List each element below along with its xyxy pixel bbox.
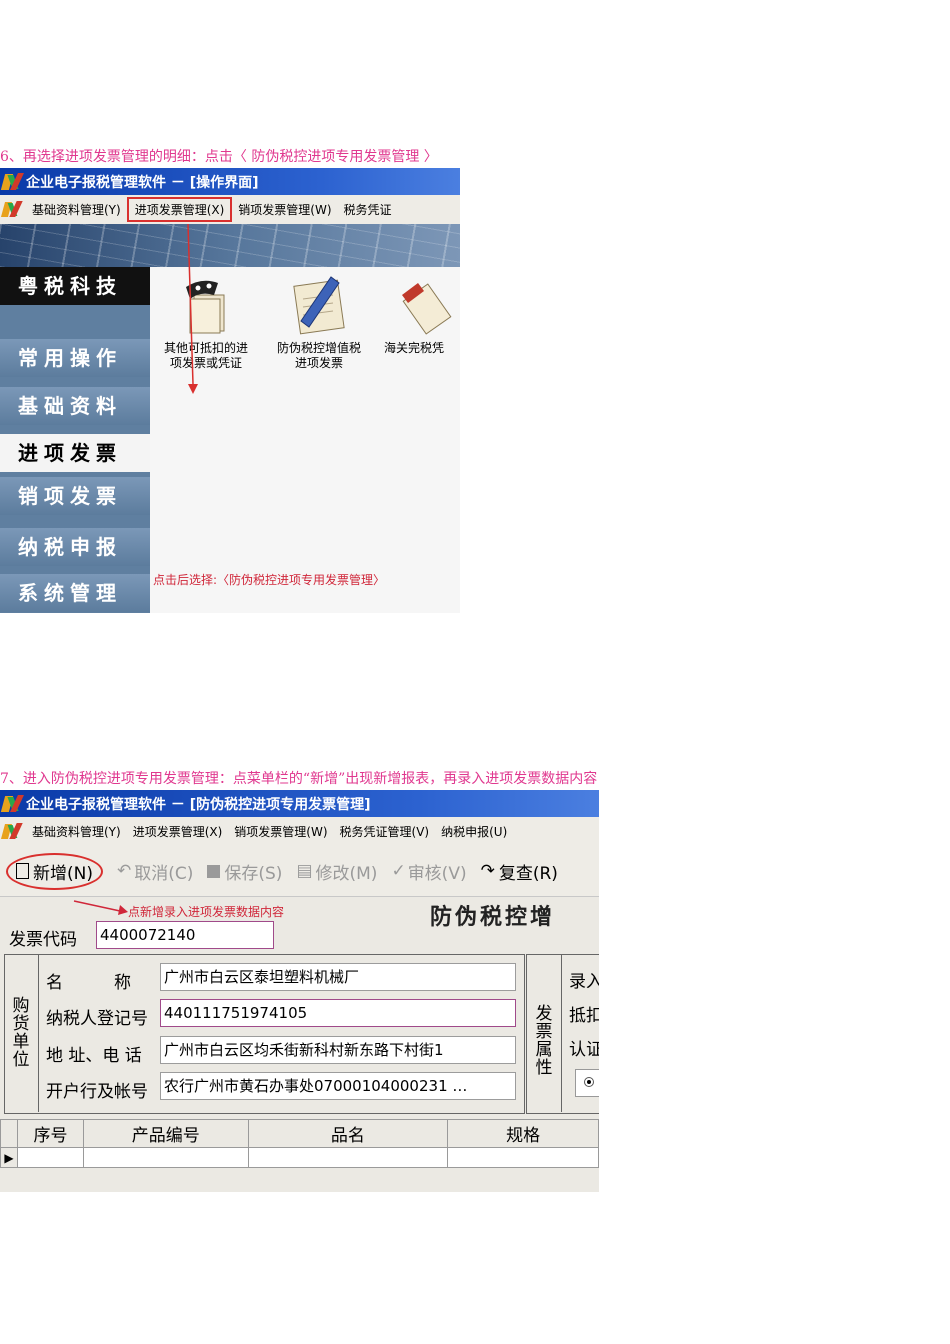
save-button-label: 保存(S): [224, 863, 283, 884]
taxpayer-id-field[interactable]: 440111751974105: [160, 999, 516, 1027]
radio-dot-icon: [587, 1080, 591, 1084]
attr-radio-button[interactable]: [575, 1069, 599, 1097]
new-document-icon: [16, 863, 29, 879]
menu-output-invoice[interactable]: 销项发票管理(W): [228, 823, 333, 840]
menu-input-invoice[interactable]: 进项发票管理(X): [127, 823, 229, 840]
grid-header-product-code[interactable]: 产品编号: [83, 1119, 249, 1148]
grid-cell[interactable]: [16, 1147, 85, 1168]
app-logo-icon: [0, 794, 24, 814]
invoice-attr-group-label: 发票属性: [535, 1004, 553, 1078]
menu-bar: 基础资料管理(Y) 进项发票管理(X) 销项发票管理(W) 税务凭证管理(V) …: [0, 817, 599, 846]
field-label-name: 名 称: [46, 973, 131, 993]
attr-deduct-label: 抵扣: [569, 1006, 599, 1026]
invoice-code-label: 发票代码: [9, 930, 77, 950]
menu-basic-data[interactable]: 基础资料管理(Y): [26, 823, 127, 840]
table-row[interactable]: ▶: [0, 1147, 599, 1168]
edit-icon: ▤: [296, 861, 313, 881]
screenshot-operation-interface: 企业电子报税管理软件 － [操作界面] 基础资料管理(Y) 进项发票管理(X) …: [0, 168, 460, 613]
current-row-pointer-icon: ▶: [0, 1147, 18, 1168]
hint-text: 点新增录入进项发票数据内容: [128, 905, 285, 919]
invoice-code-field[interactable]: 4400072140: [96, 921, 274, 949]
window-titlebar: 企业电子报税管理软件 － [防伪税控进项专用发票管理]: [0, 790, 599, 817]
field-label-taxpayer-id: 纳税人登记号: [46, 1009, 148, 1029]
toolbar: 新增(N) ↶ 取消(C) 保存(S) ▤ 修改(M) ✓ 审核(V) ↷ 复查…: [0, 846, 599, 897]
cancel-button-label: 取消(C): [134, 863, 194, 884]
grid-header-seq[interactable]: 序号: [16, 1119, 85, 1148]
cancel-button[interactable]: ↶ 取消(C): [117, 859, 193, 884]
product-grid: 序号 产品编号 品名 规格 ▶: [0, 1119, 599, 1168]
grid-row-header: [0, 1119, 18, 1148]
save-button[interactable]: 保存(S): [207, 859, 282, 884]
invoice-attr-divider: [561, 954, 562, 1112]
step-6-caption: 6、再选择进项发票管理的明细：点击〈 防伪税控进项专用发票管理 〉: [0, 149, 438, 165]
edit-button[interactable]: ▤ 修改(M): [296, 859, 377, 884]
red-guide-arrow-icon: [187, 223, 198, 394]
invoice-form: 点新增录入进项发票数据内容 防伪税控增 发票代码 4400072140 购货单位…: [0, 897, 599, 1192]
buyer-name-field[interactable]: 广州市白云区泰坦塑料机械厂: [160, 963, 516, 991]
window-title: 企业电子报税管理软件 － [防伪税控进项专用发票管理]: [26, 796, 371, 813]
hint-arrow-icon: [73, 900, 128, 915]
new-button-label: 新增(N): [33, 863, 93, 884]
screenshot-anti-fake-input-invoice: 企业电子报税管理软件 － [防伪税控进项专用发票管理] 基础资料管理(Y) 进项…: [0, 790, 599, 1192]
redo-icon: ↷: [480, 861, 495, 881]
grid-header-product-name[interactable]: 品名: [247, 1119, 449, 1148]
buyer-group-divider: [38, 954, 39, 1112]
form-title: 防伪税控增: [430, 905, 556, 930]
grid-cell[interactable]: [83, 1147, 249, 1168]
edit-button-label: 修改(M): [315, 863, 378, 884]
menu-tax-voucher[interactable]: 税务凭证管理(V): [334, 823, 436, 840]
field-label-address-phone: 地 址、电 话: [46, 1046, 142, 1066]
save-disk-icon: [207, 864, 221, 878]
attr-verify-label: 认证: [569, 1040, 599, 1060]
attr-entry-label: 录入: [569, 972, 599, 992]
menu-tax-filing[interactable]: 纳税申报(U): [435, 823, 513, 840]
audit-button-label: 审核(V): [407, 863, 467, 884]
menu-logo-icon: [0, 822, 23, 841]
grid-header-spec[interactable]: 规格: [447, 1119, 599, 1148]
field-label-bank-account: 开户行及帐号: [46, 1082, 148, 1102]
address-phone-field[interactable]: 广州市白云区均禾街新科村新东路下村街1: [160, 1036, 516, 1064]
grid-cell[interactable]: [247, 1147, 449, 1168]
bank-account-field[interactable]: 农行广州市黄石办事处07000104000231 …: [160, 1072, 516, 1100]
check-icon: ✓: [391, 861, 406, 881]
audit-button[interactable]: ✓ 审核(V): [391, 859, 466, 884]
new-button[interactable]: 新增(N): [6, 852, 103, 890]
step-7-caption: 7、进入防伪税控进项专用发票管理：点菜单栏的“新增”出现新增报表，再录入进项发票…: [0, 771, 598, 787]
recheck-button-label: 复查(R): [498, 863, 558, 884]
undo-icon: ↶: [116, 861, 132, 881]
grid-cell[interactable]: [447, 1147, 599, 1168]
buyer-group-label: 购货单位: [12, 996, 30, 1070]
recheck-button[interactable]: ↷ 复查(R): [481, 859, 558, 884]
